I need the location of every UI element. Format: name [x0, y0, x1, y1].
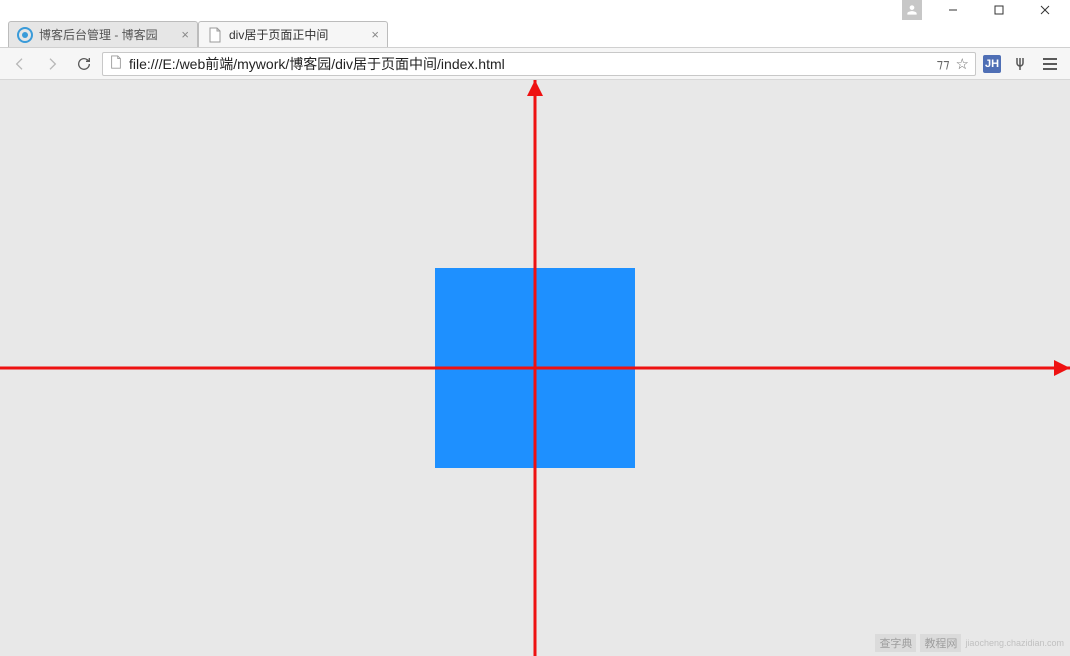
watermark-label-2: 教程网: [920, 634, 961, 652]
address-bar[interactable]: file:///E:/web前端/mywork/博客园/div居于页面中间/in…: [102, 52, 976, 76]
extension-pitchfork[interactable]: [1008, 52, 1032, 76]
cnblogs-favicon-icon: [17, 27, 33, 43]
translate-icon[interactable]: ⁊⁊: [937, 56, 950, 72]
tab-title: div居于页面正中间: [229, 26, 365, 43]
tab-close-icon[interactable]: ×: [181, 28, 189, 41]
url-text: file:///E:/web前端/mywork/博客园/div居于页面中间/in…: [129, 54, 931, 74]
watermark: 查字典 教程网 jiaocheng.chazidian.com: [875, 634, 1064, 652]
reload-button[interactable]: [70, 51, 98, 77]
jh-icon: JH: [983, 55, 1001, 73]
toolbar: file:///E:/web前端/mywork/博客园/div居于页面中间/in…: [0, 48, 1070, 80]
new-tab-button[interactable]: [394, 27, 418, 47]
browser-tab-0[interactable]: 博客后台管理 - 博客园 ×: [8, 21, 198, 47]
tab-strip: 博客后台管理 - 博客园 × div居于页面正中间 ×: [0, 20, 1070, 48]
watermark-label-1: 查字典: [875, 634, 916, 652]
bookmark-star-icon[interactable]: ☆: [956, 55, 969, 73]
forward-button[interactable]: [38, 51, 66, 77]
page-icon: [109, 55, 123, 72]
tab-title: 博客后台管理 - 博客园: [39, 26, 175, 43]
window-minimize-button[interactable]: [930, 0, 976, 20]
browser-tab-1[interactable]: div居于页面正中间 ×: [198, 21, 388, 47]
arrow-right-icon: [1054, 360, 1070, 376]
arrow-up-icon: [527, 80, 543, 96]
horizontal-axis: [0, 367, 1070, 370]
back-button[interactable]: [6, 51, 34, 77]
extension-jh[interactable]: JH: [980, 52, 1004, 76]
window-titlebar: [0, 0, 1070, 20]
chrome-menu-button[interactable]: [1036, 51, 1064, 77]
window-maximize-button[interactable]: [976, 0, 1022, 20]
tab-close-icon[interactable]: ×: [371, 28, 379, 41]
window-close-button[interactable]: [1022, 0, 1068, 20]
file-favicon-icon: [207, 27, 223, 43]
hamburger-icon: [1043, 63, 1057, 65]
page-viewport: 查字典 教程网 jiaocheng.chazidian.com: [0, 80, 1070, 656]
watermark-url: jiaocheng.chazidian.com: [965, 638, 1064, 648]
user-icon[interactable]: [902, 0, 922, 20]
